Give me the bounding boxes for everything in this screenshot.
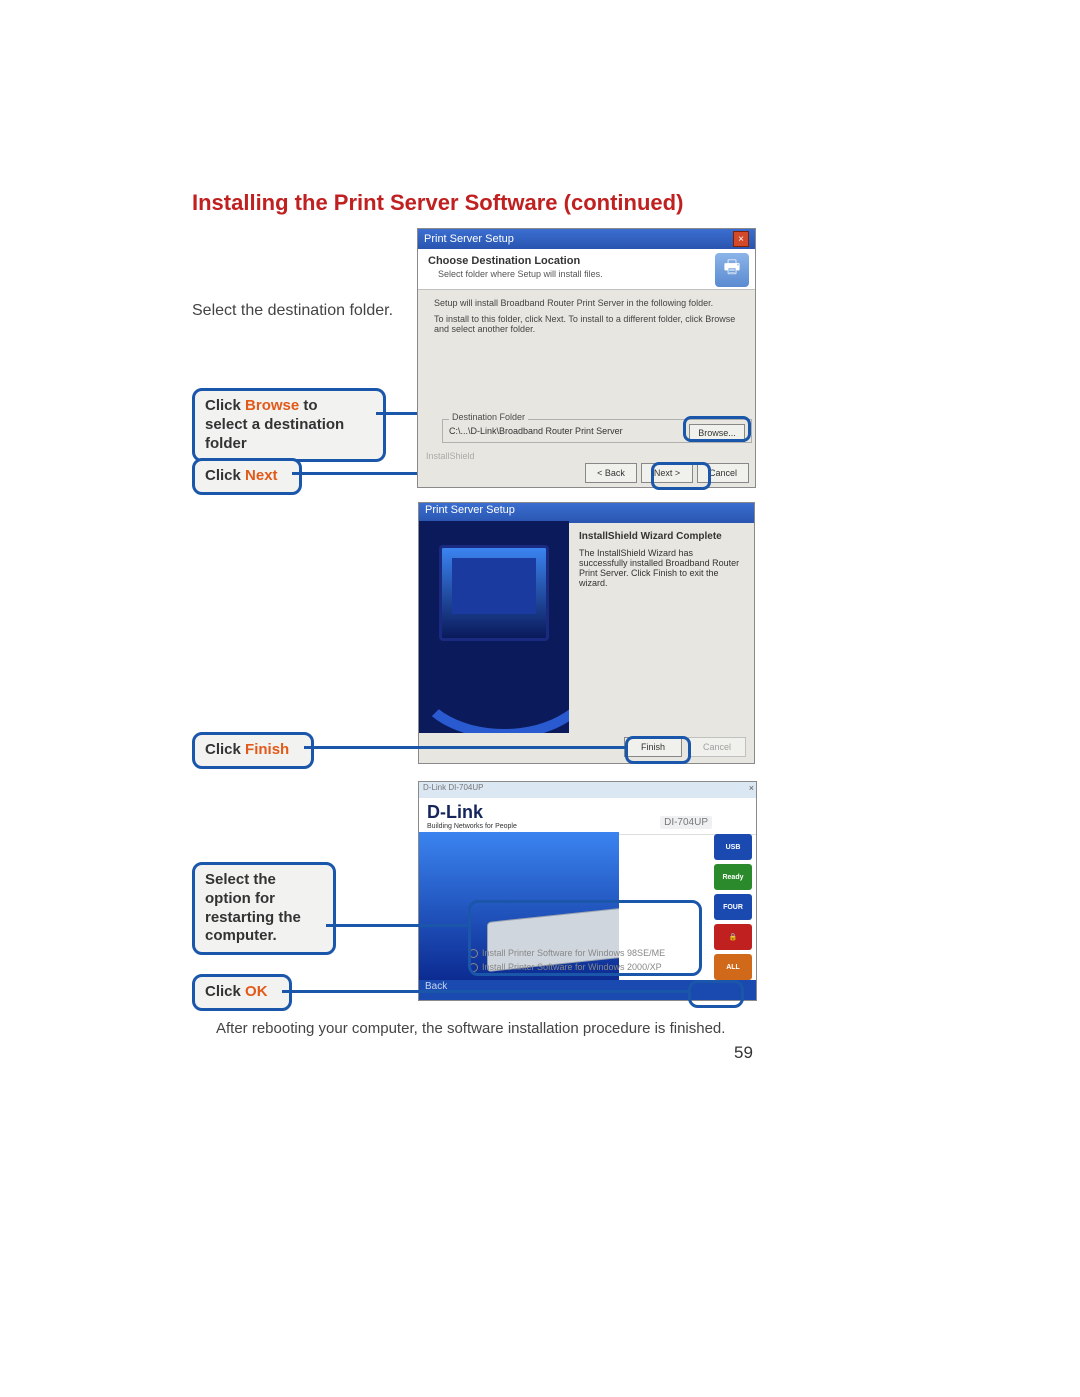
option-98[interactable]: Install Printer Software for Windows 98S… [469, 948, 665, 958]
cancel-button[interactable]: Cancel [697, 463, 749, 483]
window-title: Print Server Setup [424, 233, 514, 245]
badge-all: ALL [714, 954, 752, 980]
swoosh-icon [419, 609, 569, 733]
finish-word: Finish [245, 741, 289, 758]
wizard-right-panel: InstallShield Wizard Complete The Instal… [569, 521, 754, 733]
body-line1: Setup will install Broadband Router Prin… [434, 298, 739, 308]
text: select a destination [205, 416, 344, 433]
install-options: Install Printer Software for Windows 98S… [469, 948, 665, 976]
brand-tagline: Building Networks for People [427, 823, 517, 830]
close-icon[interactable]: × [733, 231, 749, 247]
window-title: D-Link DI-704UP [423, 783, 483, 792]
next-word: Next [245, 467, 278, 484]
badge-lock: 🔒 [714, 924, 752, 950]
complete-text: The InstallShield Wizard has successfull… [579, 548, 744, 588]
destination-folder-group: Destination Folder C:\...\D-Link\Broadba… [442, 419, 752, 443]
installshield-label: InstallShield [426, 451, 475, 461]
badge-four: FOUR [714, 894, 752, 920]
text: computer. [205, 927, 277, 944]
text: folder [205, 435, 247, 452]
close-icon[interactable]: × [749, 783, 754, 793]
callout-click-ok: Click OK [192, 974, 292, 1011]
radio-icon [469, 949, 478, 958]
finish-button[interactable]: Finish [624, 737, 682, 757]
callout-click-finish: Click Finish [192, 732, 314, 769]
page: Installing the Print Server Software (co… [0, 0, 1080, 1397]
text: Click [205, 397, 245, 414]
body-line2: To install to this folder, click Next. T… [434, 314, 739, 334]
next-button[interactable]: Next > [641, 463, 693, 483]
wizard-sidebar-graphic [419, 521, 569, 733]
connector-line [304, 746, 628, 749]
brand-row: D-Link Building Networks for People DI-7… [419, 798, 756, 835]
screenshot-destination: Print Server Setup × Choose Destination … [417, 228, 756, 488]
badge-column: USB Ready FOUR 🔒 ALL [714, 834, 752, 980]
model-badge: DI-704UP [660, 816, 712, 829]
callout-click-browse: Click Browse to select a destination fol… [192, 388, 386, 462]
wizard-button-row: < Back Next > Cancel [585, 463, 749, 483]
printer-icon: 🖶 [715, 253, 749, 287]
screenshot-complete: Print Server Setup InstallShield Wizard … [418, 502, 755, 764]
wizard-body: Setup will install Broadband Router Prin… [418, 290, 755, 342]
wizard-subheading: Select folder where Setup will install f… [438, 269, 745, 279]
wizard-heading: Choose Destination Location [428, 255, 745, 267]
browse-word: Browse [245, 397, 299, 414]
connector-line [282, 990, 688, 993]
cancel-button: Cancel [688, 737, 746, 757]
ok-word: OK [245, 983, 268, 1000]
radio-icon [469, 963, 478, 972]
page-number: 59 [734, 1043, 780, 1077]
footer-note: After rebooting your computer, the softw… [216, 1020, 725, 1037]
complete-heading: InstallShield Wizard Complete [579, 531, 744, 542]
wizard-button-row: Finish Cancel [624, 737, 746, 757]
back-button[interactable]: < Back [585, 463, 637, 483]
text: restarting the [205, 909, 301, 926]
option-2000[interactable]: Install Printer Software for Windows 200… [469, 962, 665, 972]
text: to [299, 397, 317, 414]
brand-name: D-Link [427, 802, 483, 822]
text: Click [205, 983, 245, 1000]
text: Click [205, 467, 245, 484]
instruction-select-destination: Select the destination folder. [192, 302, 393, 320]
option-label: Install Printer Software for Windows 200… [482, 962, 662, 972]
screenshot-dlink: D-Link DI-704UP × D-Link Building Networ… [418, 781, 757, 1001]
text: option for [205, 890, 275, 907]
text: Select the [205, 871, 276, 888]
connector-line [326, 924, 468, 927]
page-title: Installing the Print Server Software (co… [192, 190, 683, 216]
window-titlebar: Print Server Setup × [418, 229, 755, 249]
option-label: Install Printer Software for Windows 98S… [482, 948, 665, 958]
destination-label: Destination Folder [449, 412, 528, 422]
dlink-logo: D-Link Building Networks for People [427, 802, 517, 830]
window-titlebar: Print Server Setup [419, 503, 754, 523]
callout-click-next: Click Next [192, 458, 302, 495]
wizard-header: Choose Destination Location Select folde… [418, 249, 755, 290]
badge-usb: USB [714, 834, 752, 860]
browse-button[interactable]: Browse... [689, 424, 745, 442]
text: Click [205, 741, 245, 758]
badge-ready: Ready [714, 864, 752, 890]
callout-select-option: Select the option for restarting the com… [192, 862, 336, 955]
window-topbar: D-Link DI-704UP × [419, 782, 756, 798]
